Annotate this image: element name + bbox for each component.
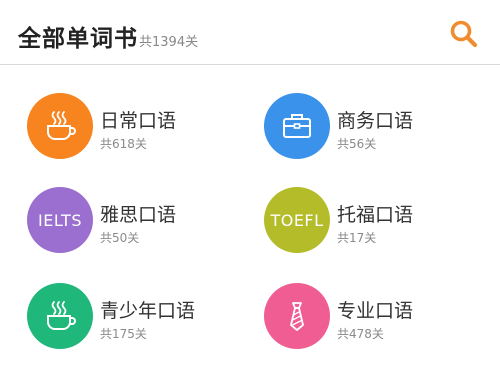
book-name: 托福口语 [337, 204, 414, 226]
book-item-teen-speaking[interactable]: 青少年口语 共175关 [27, 283, 257, 363]
book-icon-badge: TOEFL [264, 187, 330, 253]
book-item-professional-speaking[interactable]: 专业口语 共478关 [264, 283, 494, 363]
book-icon-badge: IELTS [27, 187, 93, 253]
app-screen: 全部单词书 共1394关 日常口语 共618关 商务口语 共56关 IELTS … [0, 0, 500, 372]
ielts-text-icon: IELTS [38, 210, 82, 230]
book-icon-badge [264, 93, 330, 159]
header-bar: 全部单词书 共1394关 [0, 0, 500, 65]
book-item-daily-speaking[interactable]: 日常口语 共618关 [27, 93, 257, 173]
book-item-business-speaking[interactable]: 商务口语 共56关 [264, 93, 494, 173]
total-levels-count: 共1394关 [139, 35, 199, 50]
page-title: 全部单词书 [18, 26, 138, 52]
book-name: 专业口语 [337, 300, 414, 322]
book-item-ielts-speaking[interactable]: IELTS 雅思口语 共50关 [27, 187, 257, 267]
book-grid: 日常口语 共618关 商务口语 共56关 IELTS 雅思口语 共50关 TOE… [0, 66, 500, 372]
search-icon [450, 20, 478, 48]
coffee-cup-icon [47, 301, 76, 330]
book-name: 青少年口语 [100, 300, 196, 322]
necktie-icon [290, 302, 304, 331]
book-name: 日常口语 [100, 110, 177, 132]
book-level-count: 共56关 [337, 137, 377, 151]
book-icon-badge [27, 283, 93, 349]
book-icon-badge [264, 283, 330, 349]
book-level-count: 共618关 [100, 137, 147, 151]
book-level-count: 共50关 [100, 231, 140, 245]
book-name: 雅思口语 [100, 204, 177, 226]
toefl-text-icon: TOEFL [270, 210, 324, 230]
search-button[interactable] [448, 18, 480, 50]
book-item-toefl-speaking[interactable]: TOEFL 托福口语 共17关 [264, 187, 494, 267]
book-level-count: 共17关 [337, 231, 377, 245]
briefcase-icon [283, 114, 311, 138]
book-name: 商务口语 [337, 110, 414, 132]
book-level-count: 共175关 [100, 327, 147, 341]
book-icon-badge [27, 93, 93, 159]
coffee-cup-icon [47, 111, 76, 140]
book-level-count: 共478关 [337, 327, 384, 341]
